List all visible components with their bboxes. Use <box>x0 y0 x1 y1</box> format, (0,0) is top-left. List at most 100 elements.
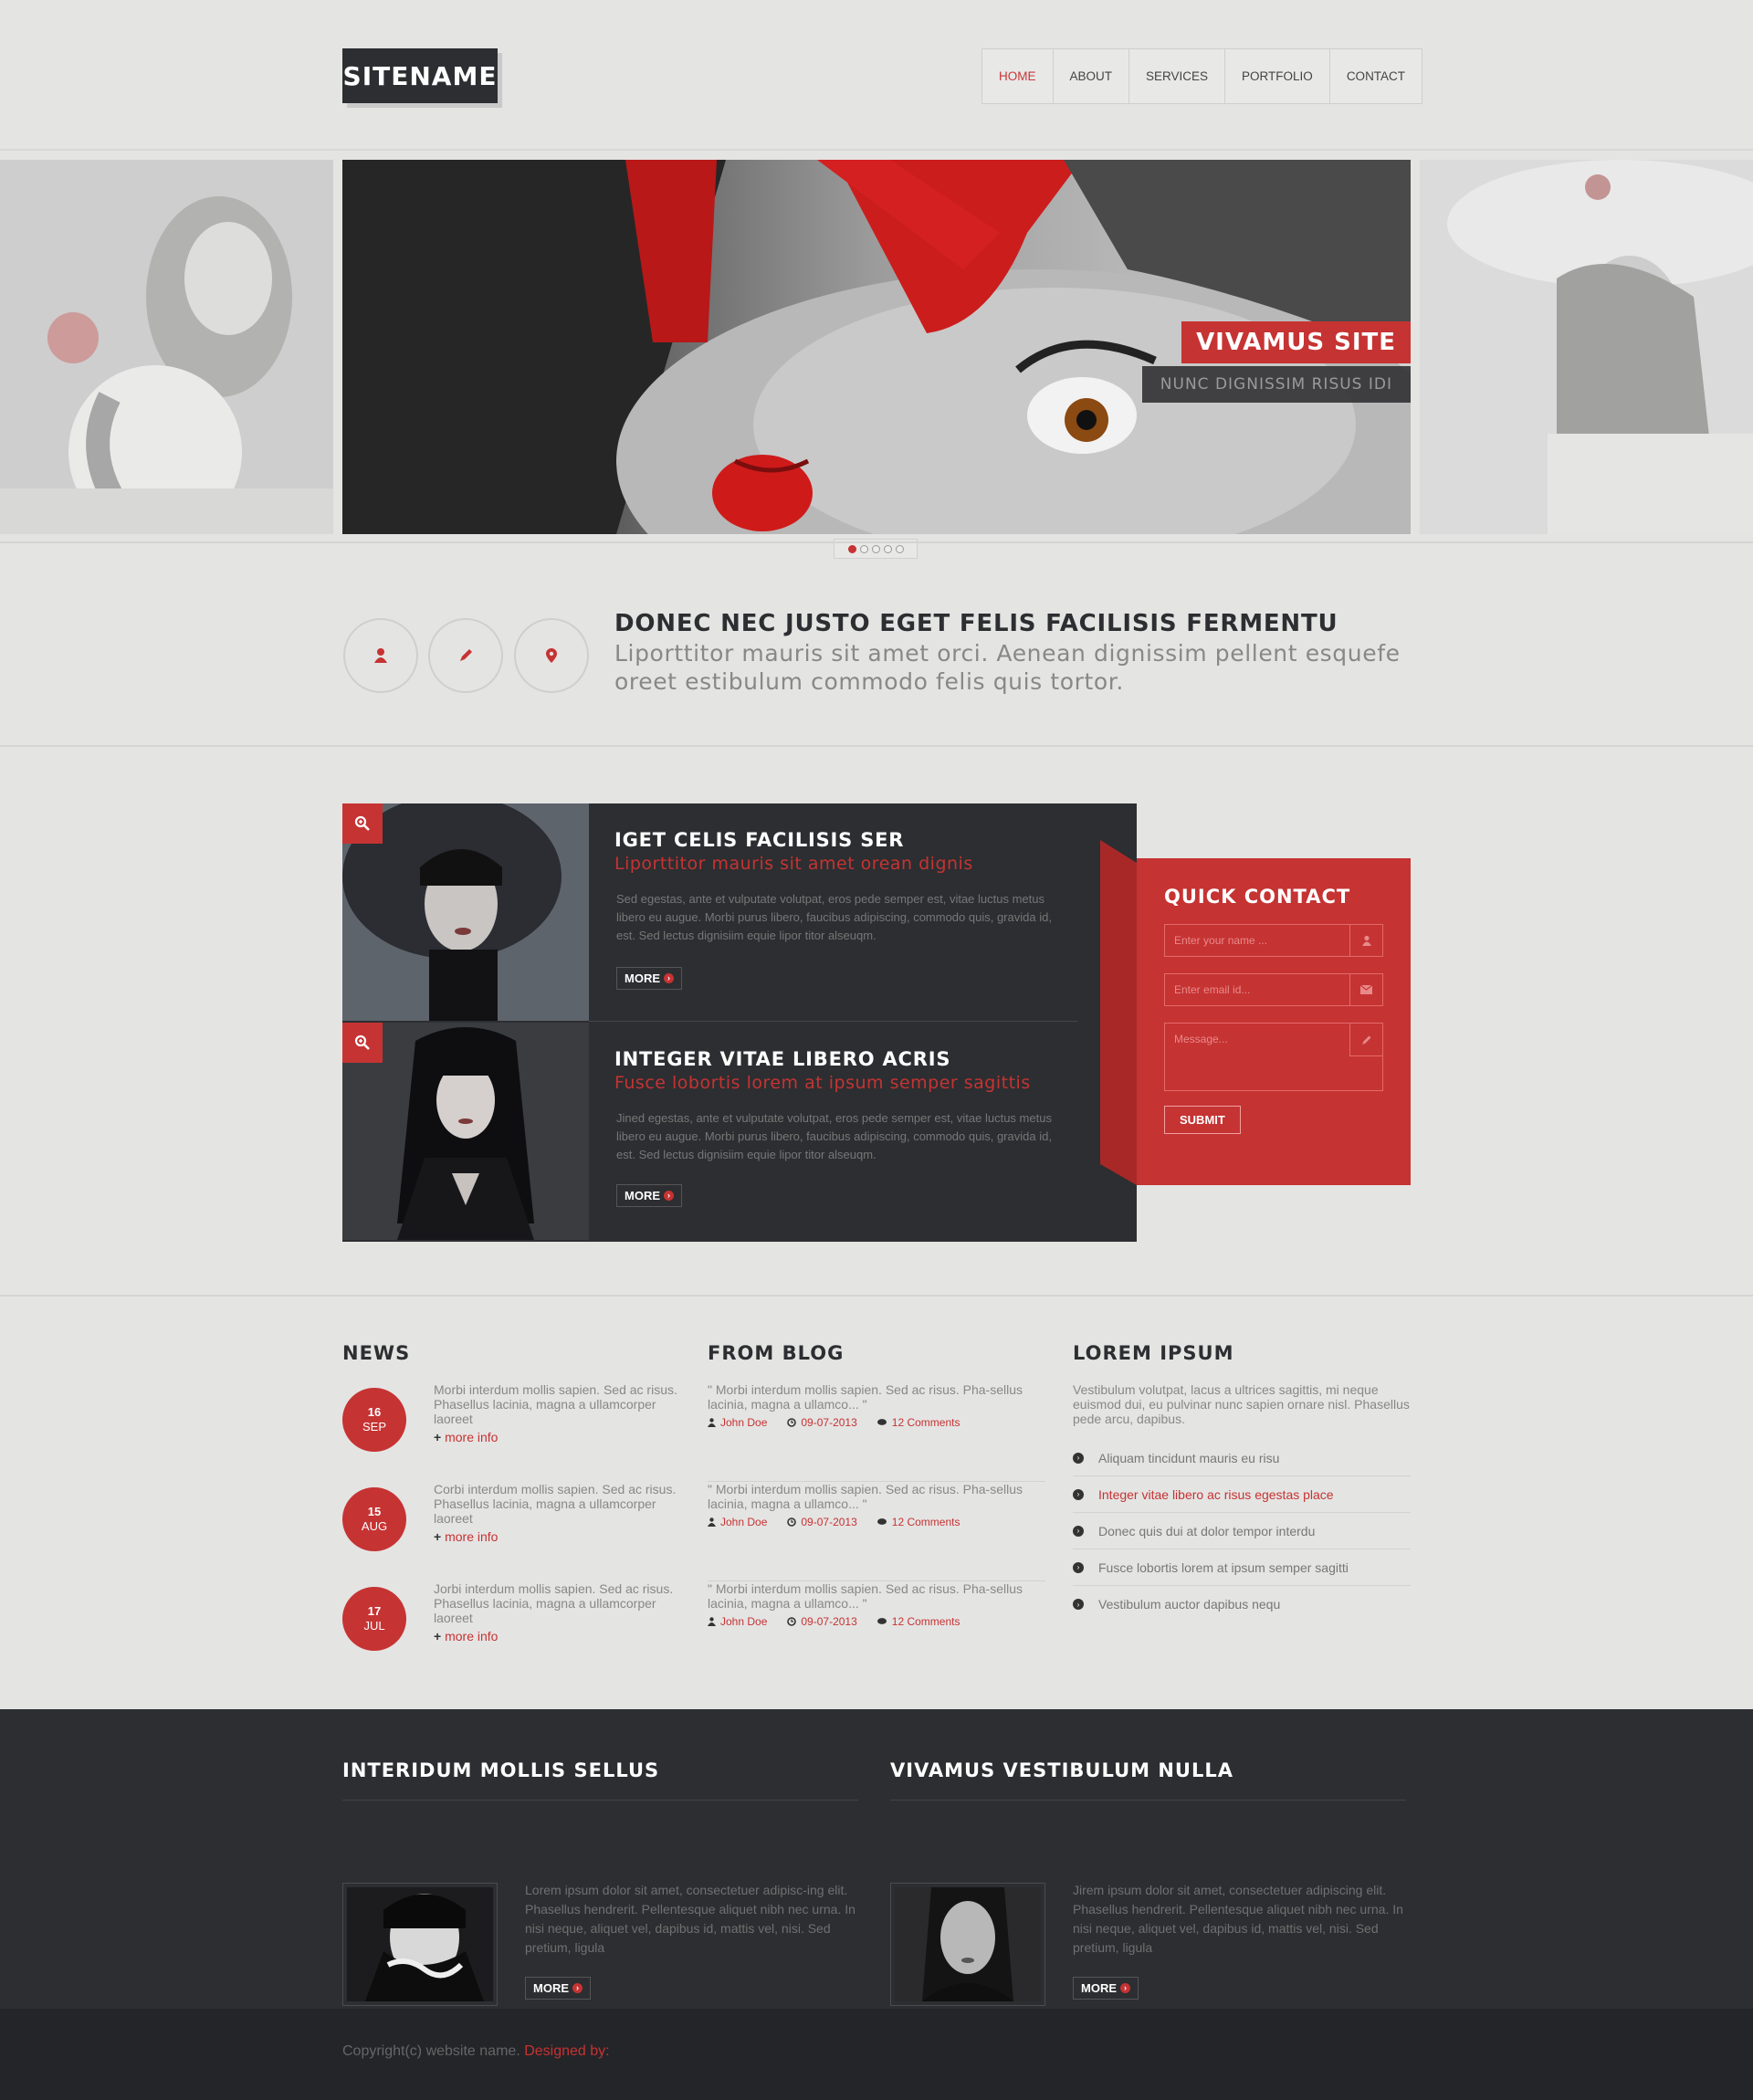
features-text: Liporttitor mauris sit amet orci. Aenean… <box>614 640 1401 695</box>
designed-by-link[interactable]: Designed by: <box>524 2043 609 2059</box>
blog-comments[interactable]: 12 Comments <box>876 1615 960 1628</box>
list-item[interactable]: › Integer vitae libero ac risus egestas p… <box>1073 1476 1411 1513</box>
featured-posts: IGET CELIS FACILISIS SER Liporttitor mau… <box>342 803 1137 1242</box>
slide-caption-title: VIVAMUS SITE <box>1181 321 1411 363</box>
comments-icon <box>876 1418 887 1425</box>
arrow-right-icon: › <box>1073 1525 1084 1537</box>
message-field[interactable]: Message... <box>1164 1023 1383 1091</box>
plus-icon: + <box>434 1430 442 1444</box>
slider-dot-1[interactable] <box>847 544 856 553</box>
blog-date: 09-07-2013 <box>787 1615 857 1628</box>
feature-user-button[interactable] <box>343 618 418 693</box>
post-more-button[interactable]: MORE › <box>616 1184 682 1207</box>
comments-icon <box>876 1617 887 1624</box>
arrow-right-icon: › <box>1120 1983 1130 1993</box>
footer-column: INTERIDUM MOLLIS SELLUS Lorem ipsum dolo… <box>342 1759 858 2006</box>
name-field[interactable]: Enter your name ... <box>1164 924 1383 957</box>
post-card: IGET CELIS FACILISIS SER Liporttitor mau… <box>342 803 1137 1022</box>
divider <box>0 1295 1753 1297</box>
lorem-column: LOREM IPSUM Vestibulum volutpat, lacus a… <box>1073 1342 1411 1622</box>
footer-more-button[interactable]: MORE › <box>1073 1977 1139 2000</box>
feature-pencil-button[interactable] <box>428 618 503 693</box>
nav-contact[interactable]: CONTACT <box>1330 49 1422 103</box>
zoom-button[interactable] <box>342 1023 383 1063</box>
nav-about[interactable]: ABOUT <box>1054 49 1130 103</box>
more-label: MORE <box>625 1189 660 1202</box>
plus-icon: + <box>434 1529 442 1544</box>
clock-icon <box>787 1617 797 1626</box>
post-title[interactable]: IGET CELIS FACILISIS SER <box>614 829 904 851</box>
list-item[interactable]: › Fusce lobortis lorem at ipsum semper sa… <box>1073 1549 1411 1586</box>
blog-item: " Morbi interdum mollis sapien. Sed ac r… <box>708 1382 1045 1482</box>
site-logo[interactable]: SITENAME <box>342 48 498 103</box>
zoom-button[interactable] <box>342 803 383 844</box>
slider-dot-3[interactable] <box>871 544 880 553</box>
footer-more-button[interactable]: MORE › <box>525 1977 591 2000</box>
news-item: 15 AUG Corbi interdum mollis sapien. Sed … <box>342 1482 680 1581</box>
arrow-right-icon: › <box>1073 1561 1084 1573</box>
comments-icon <box>876 1517 887 1525</box>
lorem-title: LOREM IPSUM <box>1073 1342 1234 1364</box>
pencil-icon <box>460 649 472 661</box>
arrow-right-icon: › <box>1073 1599 1084 1610</box>
news-date-badge: 16 SEP <box>342 1388 406 1452</box>
zoom-in-icon <box>354 1034 370 1050</box>
nav-portfolio[interactable]: PORTFOLIO <box>1225 49 1330 103</box>
nav-services[interactable]: SERVICES <box>1129 49 1226 103</box>
contact-fold-decoration <box>1100 840 1137 1185</box>
features-title: DONEC NEC JUSTO EGET FELIS FACILISIS FER… <box>614 610 1338 637</box>
divider <box>0 541 1753 543</box>
news-day: 15 <box>367 1505 382 1518</box>
more-info-link[interactable]: + more info <box>434 1529 680 1544</box>
user-icon <box>708 1517 716 1527</box>
user-icon <box>708 1418 716 1427</box>
user-icon <box>708 1617 716 1626</box>
news-day: 17 <box>367 1604 382 1618</box>
email-field[interactable]: Enter email id... <box>1164 973 1383 1006</box>
slider-dot-2[interactable] <box>859 544 868 553</box>
more-info-link[interactable]: + more info <box>434 1430 680 1444</box>
news-month: AUG <box>361 1519 388 1533</box>
slide-prev-image[interactable] <box>0 160 333 534</box>
news-text: Corbi interdum mollis sapien. Sed ac ris… <box>434 1482 677 1526</box>
map-marker-icon <box>546 648 557 663</box>
blog-comments[interactable]: 12 Comments <box>876 1516 960 1528</box>
post-card: INTEGER VITAE LIBERO ACRIS Fusce loborti… <box>342 1023 1137 1240</box>
post-more-button[interactable]: MORE › <box>616 967 682 990</box>
blog-quote[interactable]: " Morbi interdum mollis sapien. Sed ac r… <box>708 1382 1036 1412</box>
news-month: JUL <box>363 1619 385 1633</box>
blog-comments[interactable]: 12 Comments <box>876 1416 960 1429</box>
copyright-bar: Copyright(c) website name. Designed by: <box>0 2009 1753 2100</box>
list-item[interactable]: › Aliquam tincidunt mauris eu risu <box>1073 1440 1411 1476</box>
blog-quote[interactable]: " Morbi interdum mollis sapien. Sed ac r… <box>708 1581 1036 1611</box>
envelope-icon <box>1360 985 1372 994</box>
feature-location-button[interactable] <box>514 618 589 693</box>
slide-main[interactable]: VIVAMUS SITE NUNC DIGNISSIM RISUS IDI <box>342 160 1411 534</box>
more-info-link[interactable]: + more info <box>434 1629 680 1643</box>
footer-title: VIVAMUS VESTIBULUM NULLA <box>890 1759 1406 1801</box>
submit-button[interactable]: SUBMIT <box>1164 1106 1241 1134</box>
blog-author[interactable]: John Doe <box>708 1516 767 1528</box>
footer-thumbnail[interactable] <box>890 1883 1045 2006</box>
blog-date: 09-07-2013 <box>787 1516 857 1528</box>
clock-icon <box>787 1517 797 1527</box>
slider-dot-5[interactable] <box>895 544 904 553</box>
blog-author[interactable]: John Doe <box>708 1615 767 1628</box>
post-body: Jined egestas, ante et vulputate volutpa… <box>616 1111 1052 1161</box>
nav-home[interactable]: HOME <box>982 49 1054 103</box>
slide-next-image[interactable] <box>1420 160 1753 534</box>
blog-quote[interactable]: " Morbi interdum mollis sapien. Sed ac r… <box>708 1482 1036 1511</box>
list-item[interactable]: › Donec quis dui at dolor tempor interdu <box>1073 1513 1411 1549</box>
divider <box>589 1021 1077 1022</box>
blog-author[interactable]: John Doe <box>708 1416 767 1429</box>
footer-thumbnail[interactable] <box>342 1883 498 2006</box>
email-placeholder: Enter email id... <box>1174 983 1251 996</box>
post-title[interactable]: INTEGER VITAE LIBERO ACRIS <box>614 1048 950 1070</box>
footer-text: Lorem ipsum dolor sit amet, consectetuer… <box>525 1883 856 1955</box>
slider-dot-4[interactable] <box>883 544 892 553</box>
lorem-intro: Vestibulum volutpat, lacus a ultrices sa… <box>1073 1382 1410 1426</box>
list-item[interactable]: › Vestibulum auctor dapibus nequ <box>1073 1586 1411 1622</box>
pencil-icon <box>1361 1035 1370 1045</box>
news-day: 16 <box>367 1405 382 1419</box>
arrow-right-icon: › <box>572 1983 583 1993</box>
